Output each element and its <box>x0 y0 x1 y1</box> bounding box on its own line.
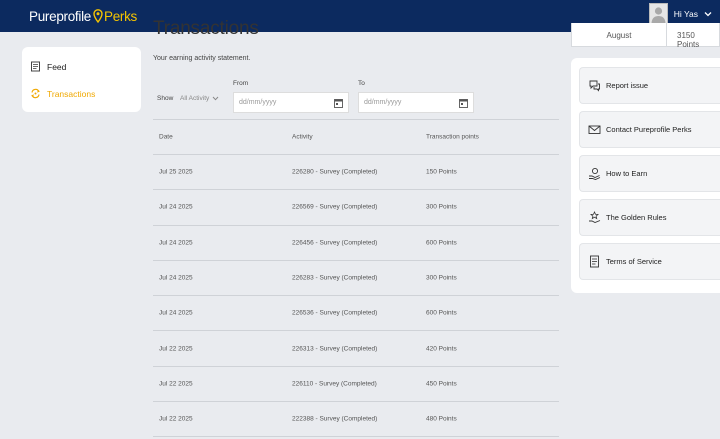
cell-activity: 226536 - Survey (Completed) <box>292 309 378 317</box>
transactions-icon <box>31 88 40 99</box>
to-date-input[interactable]: dd/mm/yyyy <box>358 92 474 113</box>
chat-icon <box>589 80 600 92</box>
table-row: Jul 24 2025 226456 - Survey (Completed) … <box>153 224 559 260</box>
table-header-row: Date Activity Transaction points <box>153 119 559 154</box>
cell-points: 150 Points <box>426 168 457 176</box>
cell-date: Jul 24 2025 <box>159 274 193 282</box>
cell-activity: 226569 - Survey (Completed) <box>292 203 378 211</box>
user-menu[interactable]: Hi Yas <box>648 3 712 24</box>
feed-icon <box>31 61 40 72</box>
cell-activity: 226110 - Survey (Completed) <box>292 380 377 388</box>
document-icon <box>590 255 599 268</box>
chevron-down-icon <box>212 96 219 101</box>
cell-date: Jul 25 2025 <box>159 168 193 176</box>
how-to-earn-link[interactable]: How to Earn <box>579 155 720 192</box>
location-pin-icon <box>93 9 103 23</box>
cell-date: Jul 24 2025 <box>159 309 193 317</box>
report-issue-link[interactable]: Report issue <box>579 67 720 104</box>
help-link-label: How to Earn <box>606 169 648 178</box>
cell-date: Jul 22 2025 <box>159 415 193 423</box>
cell-date: Jul 22 2025 <box>159 345 193 353</box>
column-header-points: Transaction points <box>426 133 479 141</box>
from-date-placeholder: dd/mm/yyyy <box>239 99 277 106</box>
table-row: Jul 22 2025 226110 - Survey (Completed) … <box>153 365 559 401</box>
help-link-label: The Golden Rules <box>606 213 667 222</box>
table-row: Jul 25 2025 226280 - Survey (Completed) … <box>153 154 559 189</box>
cell-activity: 226456 - Survey (Completed) <box>292 239 378 247</box>
sidebar-item-label: Feed <box>47 61 67 72</box>
help-links-panel: Report issue Contact Pureprofile Perks H… <box>571 58 720 293</box>
table-row: Jul 24 2025 226283 - Survey (Completed) … <box>153 259 559 295</box>
page-subtitle: Your earning activity statement. <box>153 55 251 62</box>
star-hand-icon <box>589 211 601 223</box>
sidebar-item-label: Transactions <box>47 88 96 99</box>
mail-icon <box>588 125 601 134</box>
divider <box>666 23 667 47</box>
from-date-input[interactable]: dd/mm/yyyy <box>233 92 349 113</box>
calendar-icon[interactable] <box>334 98 343 108</box>
column-header-activity: Activity <box>292 133 313 141</box>
page-title: Transactions <box>153 18 259 39</box>
cell-date: Jul 24 2025 <box>159 239 193 247</box>
user-silhouette-icon <box>651 7 666 23</box>
user-greeting: Hi Yas <box>673 8 698 19</box>
cell-points: 600 Points <box>426 239 457 247</box>
avatar[interactable] <box>648 3 668 24</box>
sidebar-item-feed[interactable]: Feed <box>30 61 66 72</box>
activity-filter-value: All Activity <box>180 95 210 102</box>
to-date-placeholder: dd/mm/yyyy <box>364 99 402 106</box>
cell-date: Jul 22 2025 <box>159 380 193 388</box>
to-label: To <box>358 80 365 87</box>
balance-points: 3150 Points <box>677 31 700 49</box>
column-header-date: Date <box>159 133 173 141</box>
sidebar-item-transactions[interactable]: Transactions <box>30 88 95 99</box>
coin-hand-icon <box>589 167 601 180</box>
terms-of-service-link[interactable]: Terms of Service <box>579 243 720 280</box>
help-link-label: Terms of Service <box>606 257 662 266</box>
brand-logo[interactable]: Pureprofile Perks <box>29 5 137 27</box>
cell-activity: 226283 - Survey (Completed) <box>292 274 378 282</box>
cell-points: 600 Points <box>426 309 457 317</box>
balance-month: August <box>606 31 632 40</box>
table-row: Jul 24 2025 226569 - Survey (Completed) … <box>153 189 559 224</box>
brand-accent: Perks <box>104 8 138 24</box>
cell-points: 300 Points <box>426 203 457 211</box>
from-label: From <box>233 80 249 87</box>
help-link-label: Report issue <box>606 81 649 90</box>
help-link-label: Contact Pureprofile Perks <box>606 125 692 134</box>
points-balance-card: August 3150 Points <box>571 23 720 49</box>
table-row: Jul 22 2025 222388 - Survey (Completed) … <box>153 401 559 438</box>
table-row: Jul 24 2025 226536 - Survey (Completed) … <box>153 295 559 330</box>
cell-activity: 226280 - Survey (Completed) <box>292 168 378 176</box>
golden-rules-link[interactable]: The Golden Rules <box>579 199 720 236</box>
brand-name: Pureprofile <box>29 8 91 24</box>
cell-date: Jul 24 2025 <box>159 203 193 211</box>
sidebar-nav: Feed Transactions <box>22 47 141 112</box>
cell-activity: 222388 - Survey (Completed) <box>292 415 378 423</box>
calendar-icon[interactable] <box>459 98 468 108</box>
table-row: Jul 22 2025 226313 - Survey (Completed) … <box>153 330 559 365</box>
cell-points: 480 Points <box>426 415 457 423</box>
cell-points: 450 Points <box>426 380 457 388</box>
cell-points: 420 Points <box>426 345 457 353</box>
activity-filter-select[interactable]: All Activity <box>180 95 219 102</box>
transactions-table: Date Activity Transaction points Jul 25 … <box>153 119 559 438</box>
chevron-down-icon[interactable] <box>704 10 712 18</box>
show-label: Show <box>157 95 174 102</box>
cell-points: 300 Points <box>426 274 457 282</box>
cell-activity: 226313 - Survey (Completed) <box>292 345 378 353</box>
contact-link[interactable]: Contact Pureprofile Perks <box>579 111 720 148</box>
